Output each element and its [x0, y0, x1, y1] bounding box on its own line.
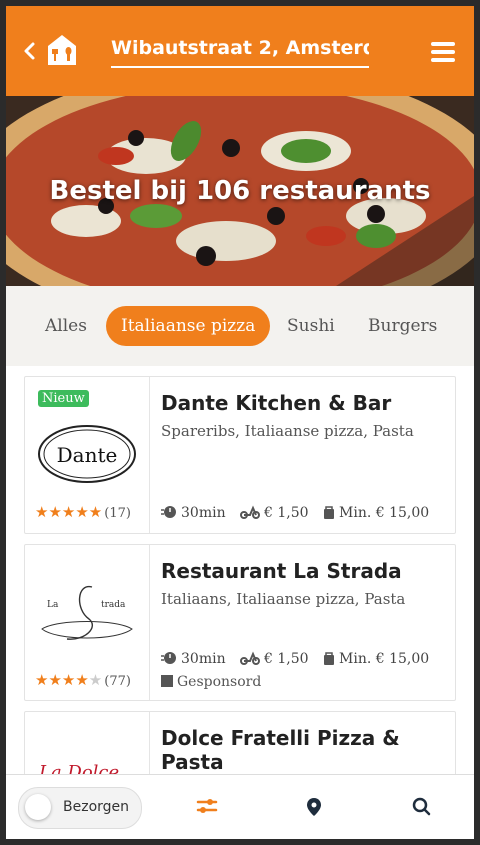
- back-icon[interactable]: [22, 41, 36, 61]
- restaurant-list: Nieuw Dante ★★★★★ (17) Dante Kitchen & Ba…: [6, 366, 474, 793]
- restaurant-logo-column: La trada ★★★★★ (77): [25, 545, 150, 700]
- minimum-order: Min. € 15,00: [339, 505, 430, 521]
- tab-alles[interactable]: Alles: [45, 306, 87, 346]
- header: Wibautstraat 2, Amsterd...: [6, 6, 474, 96]
- svg-text:Dante: Dante: [57, 443, 118, 467]
- delivery-address[interactable]: Wibautstraat 2, Amsterd...: [111, 36, 369, 68]
- tab-burgers[interactable]: Burgers: [368, 306, 437, 346]
- bottom-bar: Bezorgen: [6, 774, 474, 839]
- restaurant-card[interactable]: La trada ★★★★★ (77) Restaurant La Strada …: [24, 544, 456, 701]
- restaurant-name[interactable]: Restaurant La Strada: [161, 559, 451, 583]
- logo-icon[interactable]: [44, 32, 80, 68]
- delivery-cost: € 1,50: [264, 505, 309, 521]
- location-pin-icon[interactable]: [306, 797, 322, 817]
- restaurant-meta: 30min € 1,50 Min. € 15,00: [161, 651, 439, 669]
- rating-stars: ★★★★★ (77): [35, 671, 131, 689]
- hero-banner: Bestel bij 106 restaurants: [6, 96, 474, 286]
- restaurant-logo: Dante: [38, 425, 136, 483]
- rating-count: (17): [104, 506, 131, 521]
- clock-icon: [161, 505, 177, 523]
- rating-count: (77): [104, 674, 131, 689]
- restaurant-name[interactable]: Dante Kitchen & Bar: [161, 391, 451, 415]
- tab-sushi[interactable]: Sushi: [287, 306, 335, 346]
- restaurant-cuisines: Spareribs, Italiaanse pizza, Pasta: [161, 422, 414, 440]
- sponsored-icon: [161, 675, 173, 687]
- sponsored-label: Gesponsord: [161, 674, 261, 690]
- restaurant-name[interactable]: Dolce Fratelli Pizza & Pasta: [161, 726, 451, 774]
- scooter-icon: [240, 651, 261, 669]
- app-frame: Wibautstraat 2, Amsterd...: [6, 6, 474, 839]
- filter-icon[interactable]: [196, 797, 218, 815]
- restaurant-card[interactable]: Nieuw Dante ★★★★★ (17) Dante Kitchen & Ba…: [24, 376, 456, 534]
- search-icon[interactable]: [412, 797, 432, 817]
- hero-title: Bestel bij 106 restaurants: [49, 176, 431, 206]
- restaurant-logo: La trada: [41, 586, 133, 640]
- toggle-label: Bezorgen: [63, 799, 130, 815]
- delivery-time: 30min: [181, 651, 226, 667]
- clock-icon: [161, 651, 177, 669]
- delivery-toggle[interactable]: Bezorgen: [18, 787, 142, 829]
- delivery-cost: € 1,50: [264, 651, 309, 667]
- svg-text:trada: trada: [101, 600, 126, 610]
- rating-stars: ★★★★★ (17): [35, 503, 131, 521]
- hamburger-menu-icon[interactable]: [431, 42, 455, 62]
- delivery-time: 30min: [181, 505, 226, 521]
- minimum-order: Min. € 15,00: [339, 651, 430, 667]
- new-badge: Nieuw: [38, 390, 89, 407]
- bag-icon: [323, 505, 335, 523]
- svg-text:La: La: [47, 600, 59, 610]
- bag-icon: [323, 651, 335, 669]
- restaurant-meta: 30min € 1,50 Min. € 15,00: [161, 505, 439, 523]
- restaurant-cuisines: Italiaans, Italiaanse pizza, Pasta: [161, 590, 406, 608]
- restaurant-logo-column: Nieuw Dante ★★★★★ (17): [25, 377, 150, 533]
- scooter-icon: [240, 505, 261, 523]
- toggle-knob[interactable]: [25, 794, 51, 820]
- cuisine-tabs: Alles Italiaanse pizza Sushi Burgers: [6, 286, 474, 366]
- tab-italiaanse-pizza[interactable]: Italiaanse pizza: [106, 306, 271, 346]
